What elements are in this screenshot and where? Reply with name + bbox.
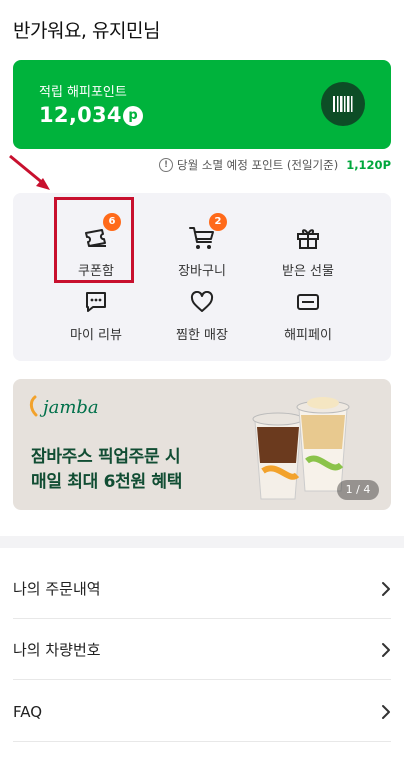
banner-headline: 잠바주스 픽업주문 시 매일 최대 6천원 혜택: [31, 445, 182, 495]
chevron-right-icon: [382, 642, 390, 657]
barcode-button[interactable]: [321, 82, 365, 126]
chevron-right-icon: [382, 704, 390, 719]
row-divider: [13, 679, 391, 680]
list-item-label: 나의 차량번호: [13, 641, 101, 659]
expiring-points-value: 1,120P: [346, 158, 391, 172]
menu-label-review: 마이 리뷰: [70, 328, 122, 343]
menu-favorite-store[interactable]: 찜한 매장: [147, 283, 257, 343]
row-divider: [13, 741, 391, 742]
menu-label-favorite: 찜한 매장: [176, 328, 228, 343]
jamba-logo-icon: [29, 395, 38, 417]
list-item-faq[interactable]: FAQ: [0, 681, 404, 742]
menu-happy-pay[interactable]: 해피페이: [253, 283, 363, 343]
list-item-order-history[interactable]: 나의 주문내역: [0, 558, 404, 619]
cart-count-badge: 2: [209, 213, 227, 231]
jamba-promo-banner[interactable]: jamba 잠바주스 픽업주문 시 매일 최대 6천원 혜택 1 / 4: [13, 379, 391, 510]
list-item-label: FAQ: [13, 702, 43, 721]
happy-point-p-icon: p: [123, 106, 143, 126]
banner-headline-line1: 잠바주스 픽업주문 시: [31, 447, 181, 467]
menu-received-gift[interactable]: 받은 선물: [253, 219, 363, 279]
expiring-points-label: 당월 소멸 예정 포인트 (전일기준): [177, 158, 339, 172]
menu-label-happypay: 해피페이: [284, 328, 332, 343]
barcode-icon: [333, 96, 353, 112]
greeting-title: 반가워요, 유지민님: [13, 20, 160, 42]
chat-bubble-icon: [86, 291, 106, 312]
menu-cart[interactable]: 2 장바구니: [147, 213, 257, 279]
info-icon[interactable]: !: [159, 158, 174, 172]
point-label: 적립 해피포인트: [39, 85, 127, 100]
coupon-highlight-box: [54, 197, 134, 283]
menu-label-gift: 받은 선물: [282, 264, 334, 279]
banner-headline-line2: 매일 최대 6천원 혜택: [31, 472, 183, 492]
card-icon: [297, 293, 319, 310]
banner-page-indicator: 1 / 4: [337, 480, 379, 500]
banner-brand-logo: jamba: [43, 397, 99, 418]
menu-label-cart: 장바구니: [178, 264, 226, 279]
red-arrow-icon: [9, 154, 50, 190]
list-item-label: 나의 주문내역: [13, 580, 101, 598]
happy-point-card[interactable]: 적립 해피포인트 12,034 p: [13, 60, 391, 149]
gift-icon: [297, 228, 319, 249]
expiring-points-row: ! 당월 소멸 예정 포인트 (전일기준) 1,120P: [159, 157, 391, 173]
section-divider: [0, 536, 404, 548]
menu-my-review[interactable]: 마이 리뷰: [41, 283, 151, 343]
chevron-right-icon: [382, 581, 390, 596]
point-amount: 12,034: [39, 103, 122, 127]
heart-icon: [190, 290, 214, 312]
list-item-car-number[interactable]: 나의 차량번호: [0, 619, 404, 680]
